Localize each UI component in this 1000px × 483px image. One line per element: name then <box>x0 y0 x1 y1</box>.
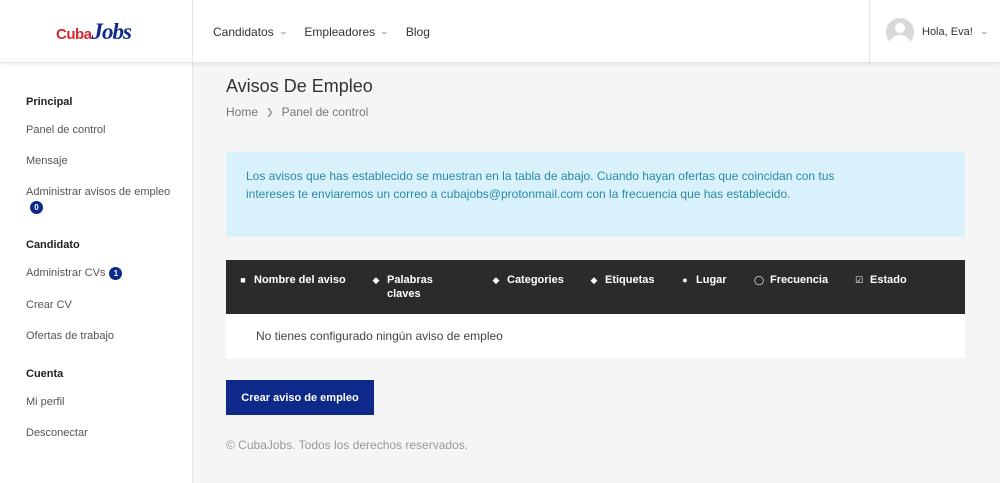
sidebar: Principal Panel de control Mensaje Admin… <box>0 63 193 483</box>
breadcrumb: Home ❯ Panel de control <box>226 105 368 119</box>
sidebar-item-mi-perfil[interactable]: Mi perfil <box>26 395 176 410</box>
top-header: CubaJobs Candidatos ⌄ Empleadores ⌄ Blog… <box>0 0 1000 63</box>
sidebar-item-ofertas-de-trabajo[interactable]: Ofertas de trabajo <box>26 329 176 344</box>
column-label: Nombre del aviso <box>254 274 346 286</box>
sidebar-item-label: Administrar avisos de empleo <box>26 186 171 198</box>
sidebar-section-principal: Principal <box>26 96 73 108</box>
nav-empleadores-label: Empleadores <box>304 24 376 39</box>
empty-message: No tienes configurado ningún aviso de em… <box>256 329 503 343</box>
chevron-right-icon: ❯ <box>266 106 274 117</box>
user-greeting: Hola, Eva! <box>922 25 973 38</box>
info-alert: Los avisos que has establecido se muestr… <box>226 152 965 237</box>
table-empty-row: No tienes configurado ningún aviso de em… <box>226 314 965 358</box>
column-label: Estado <box>870 274 907 286</box>
tag-icon: ◆ <box>372 275 380 285</box>
cubajobs-logo[interactable]: CubaJobs <box>56 19 132 45</box>
sidebar-section-cuenta: Cuenta <box>26 368 64 380</box>
column-header-lugar: ● Lugar <box>680 273 727 287</box>
sidebar-item-administrar-cvs[interactable]: Administrar CVs 1 <box>26 266 176 281</box>
chevron-down-icon: ⌄ <box>379 27 390 36</box>
clock-icon: ◯ <box>754 275 765 285</box>
sidebar-item-administrar-avisos[interactable]: Administrar avisos de empleo 0 <box>26 185 176 215</box>
tags-icon: ◆ <box>492 275 500 285</box>
column-label: Etiquetas <box>605 274 655 286</box>
info-alert-text: Los avisos que has establecido se muestr… <box>246 169 835 201</box>
nav-blog[interactable]: Blog <box>406 25 430 39</box>
column-label: Categories <box>507 274 564 286</box>
page-title: Avisos De Empleo <box>226 76 373 96</box>
nav-blog-label: Blog <box>405 24 430 39</box>
column-label: Palabras claves <box>387 274 433 300</box>
column-header-estado: ☑ Estado <box>854 273 907 287</box>
sidebar-item-label: Administrar CVs <box>26 267 106 279</box>
document-icon: ■ <box>240 275 246 285</box>
sidebar-item-crear-cv[interactable]: Crear CV <box>26 298 176 313</box>
avatar <box>886 17 914 46</box>
chevron-down-icon: ⌄ <box>979 27 989 36</box>
sidebar-item-panel-de-control[interactable]: Panel de control <box>26 123 176 138</box>
column-header-palabras: ◆ Palabras claves <box>371 273 471 301</box>
checkbox-icon: ☑ <box>854 275 864 285</box>
count-badge: 0 <box>30 200 43 214</box>
column-header-nombre: ■ Nombre del aviso <box>238 273 348 287</box>
column-header-etiquetas: ◆ Etiquetas <box>589 273 655 287</box>
user-menu[interactable]: Hola, Eva! ⌄ <box>869 0 1000 63</box>
column-label: Lugar <box>696 274 727 286</box>
table-header: ■ Nombre del aviso ◆ Palabras claves ◆ C… <box>226 260 965 314</box>
column-label: Frecuencia <box>770 274 829 286</box>
nav-candidatos-label: Candidatos <box>213 24 274 39</box>
breadcrumb-current: Panel de control <box>281 105 369 119</box>
sidebar-item-mensaje[interactable]: Mensaje <box>26 154 176 169</box>
logo-container: CubaJobs <box>0 0 193 63</box>
column-header-categories: ◆ Categories <box>491 273 564 287</box>
nav-candidatos[interactable]: Candidatos ⌄ <box>213 24 288 39</box>
footer-copyright: © CubaJobs. Todos los derechos reservado… <box>226 438 469 452</box>
nav-empleadores[interactable]: Empleadores ⌄ <box>304 24 390 39</box>
count-badge: 1 <box>109 266 123 280</box>
sidebar-item-desconectar[interactable]: Desconectar <box>26 426 176 441</box>
chevron-down-icon: ⌄ <box>278 27 288 36</box>
breadcrumb-home[interactable]: Home <box>226 105 258 119</box>
tag-icon: ◆ <box>590 275 598 285</box>
map-pin-icon: ● <box>682 275 688 285</box>
main-nav: Candidatos ⌄ Empleadores ⌄ Blog <box>213 0 430 63</box>
sidebar-section-candidato: Candidato <box>26 239 80 251</box>
create-alert-button[interactable]: Crear aviso de empleo <box>226 380 374 415</box>
column-header-frecuencia: ◯ Frecuencia <box>754 273 828 287</box>
